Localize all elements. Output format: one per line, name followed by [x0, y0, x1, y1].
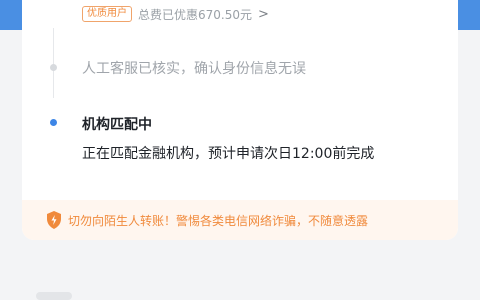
chevron-right-icon: > [258, 6, 269, 22]
step-matching-desc: 正在匹配金融机构，预计申请次日12:00前完成 [82, 146, 375, 162]
discount-summary[interactable]: 优质用户 总费已优惠670.50元 > [82, 4, 269, 24]
section-title-placeholder [36, 292, 72, 300]
progress-card: 优质用户 总费已优惠670.50元 > 人工客服已核实，确认身份信息无误 机构匹… [22, 0, 458, 240]
shield-alert-icon [47, 211, 61, 229]
step-matching-title: 机构匹配中 [82, 117, 152, 133]
quality-user-badge: 优质用户 [82, 6, 132, 22]
discount-text: 总费已优惠670.50元 [138, 7, 252, 22]
step-verified-label: 人工客服已核实，确认身份信息无误 [82, 61, 306, 77]
fraud-warning-text: 切勿向陌生人转账！警惕各类电信网络诈骗，不随意透露 [68, 213, 369, 228]
step-dot-active [50, 119, 57, 126]
fraud-warning-bar[interactable]: 切勿向陌生人转账！警惕各类电信网络诈骗，不随意透露 [22, 200, 458, 240]
timeline-connector [53, 28, 54, 98]
step-dot-done [50, 64, 57, 71]
